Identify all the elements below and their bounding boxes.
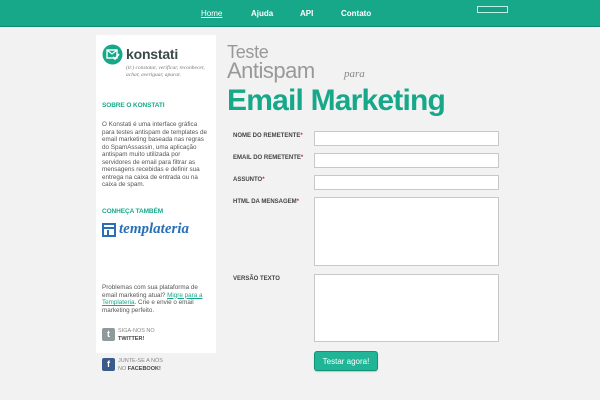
conheca-heading: Conheça também [102, 208, 164, 215]
templateria-logo[interactable]: templateria [102, 221, 210, 239]
assunto-label: Assunto* [233, 177, 265, 183]
templateria-icon [102, 223, 116, 237]
html-mensagem-label: HTML da mensagem* [233, 199, 300, 205]
nav-ajuda-link[interactable]: Ajuda [251, 9, 273, 18]
title-antispam: Antispam [227, 58, 315, 83]
testar-agora-button[interactable]: Testar agora! [314, 351, 378, 371]
sidebar: konstati (tr.) constatar, verificar, rec… [96, 35, 216, 372]
facebook-follow-text[interactable]: Junte-se a nós no Facebook! [118, 357, 163, 373]
title-para: para [344, 68, 365, 80]
facebook-line1: Junte-se a nós [118, 358, 163, 364]
nome-remetente-input[interactable] [314, 131, 499, 146]
nav-api-link[interactable]: API [300, 9, 313, 18]
versao-texto-textarea[interactable] [314, 274, 499, 342]
nav-search-input[interactable] [477, 6, 508, 13]
nav-home-link[interactable]: Home [201, 9, 222, 18]
email-remetente-label: Email do remetente* [233, 155, 304, 161]
nav-contato-link[interactable]: Contato [341, 9, 371, 18]
twitter-follow-text[interactable]: Siga-nos no Twitter! [118, 327, 155, 343]
facebook-icon[interactable]: f [102, 358, 115, 371]
twitter-icon[interactable]: t [102, 328, 115, 341]
html-mensagem-textarea[interactable] [314, 197, 499, 266]
twitter-line1: Siga-nos no [118, 328, 155, 334]
sobre-heading: Sobre o Konstati [102, 102, 165, 109]
brand-tagline: (tr.) constatar, verificar, reconhecer, … [126, 65, 205, 78]
facebook-line2: Facebook! [127, 366, 161, 372]
title-email-marketing: Email Marketing [227, 84, 446, 117]
templateria-logo-text: templateria [119, 221, 189, 237]
top-navigation: Home Ajuda API Contato [0, 0, 600, 27]
facebook-line2-prefix: no [118, 366, 127, 372]
assunto-input[interactable] [314, 175, 499, 190]
sobre-text: O Konstati é uma interface gráfica para … [102, 121, 208, 188]
migre-text: Problemas com sua plataforma de email ma… [102, 284, 210, 314]
brand-logo-text[interactable]: konstati [126, 46, 178, 62]
versao-texto-label: Versão texto [233, 276, 280, 282]
twitter-line2: Twitter! [118, 336, 145, 342]
nome-remetente-label: Nome do remetente* [233, 133, 303, 139]
email-remetente-input[interactable] [314, 153, 499, 168]
check-envelope-icon [102, 44, 123, 65]
